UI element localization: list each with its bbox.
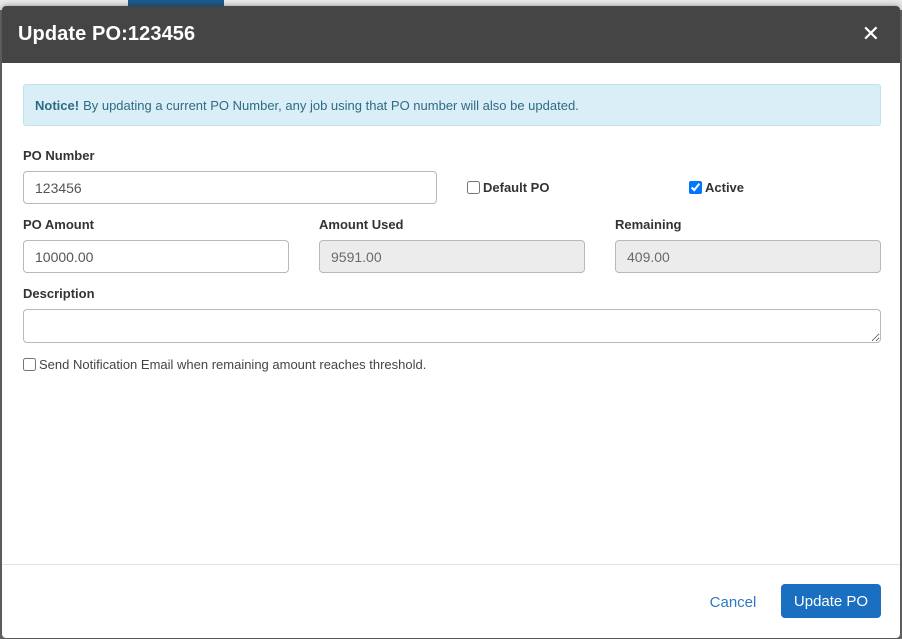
default-po-label: Default PO [483, 180, 550, 195]
po-number-label: PO Number [23, 148, 95, 163]
update-po-button[interactable]: Update PO [781, 584, 881, 618]
notice-label: Notice! [35, 97, 80, 113]
modal-title: Update PO:123456 [18, 23, 196, 45]
modal-header: Update PO:123456 ✕ [2, 6, 900, 63]
active-label: Active [705, 180, 745, 195]
active-check[interactable] [689, 181, 702, 194]
amount-used-input [319, 240, 585, 273]
footer-divider [2, 564, 900, 565]
default-po-check[interactable] [467, 181, 480, 194]
close-icon[interactable]: ✕ [862, 23, 880, 46]
notice-text: By updating a current PO Number, any job… [83, 97, 579, 113]
po-number-input[interactable] [23, 171, 437, 204]
amount-used-label: Amount Used [319, 217, 404, 232]
active-checkbox[interactable]: Active [689, 180, 744, 195]
update-po-modal: Update PO:123456 ✕ Notice! By updating a… [2, 6, 900, 638]
remaining-input [615, 240, 881, 273]
po-amount-input[interactable] [23, 240, 289, 273]
notice-alert: Notice! By updating a current PO Number,… [23, 84, 881, 126]
notify-checkbox[interactable]: Send Notification Email when remaining a… [23, 357, 426, 372]
cancel-button[interactable]: Cancel [694, 586, 772, 618]
po-amount-label: PO Amount [23, 217, 95, 232]
description-label: Description [23, 286, 95, 301]
description-textarea[interactable] [23, 309, 881, 343]
remaining-label: Remaining [615, 217, 682, 232]
default-po-checkbox[interactable]: Default PO [467, 180, 549, 195]
notify-check[interactable] [23, 358, 36, 371]
notify-label: Send Notification Email when remaining a… [39, 357, 427, 372]
